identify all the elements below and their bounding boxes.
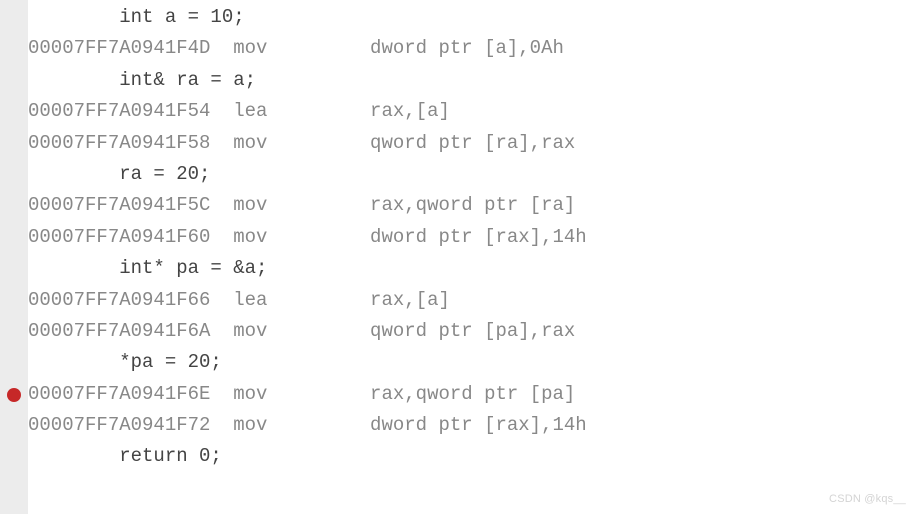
gutter: [0, 0, 28, 514]
asm-line: 00007FF7A0941F60 mov dword ptr [rax],14h: [28, 222, 918, 253]
asm-line: 00007FF7A0941F58 mov qword ptr [ra],rax: [28, 128, 918, 159]
source-line: int& ra = a;: [28, 65, 918, 96]
asm-line: 00007FF7A0941F6E mov rax,qword ptr [pa]: [28, 379, 918, 410]
asm-line: 00007FF7A0941F66 lea rax,[a]: [28, 285, 918, 316]
source-line: ra = 20;: [28, 159, 918, 190]
asm-line: 00007FF7A0941F6A mov qword ptr [pa],rax: [28, 316, 918, 347]
source-line: return 0;: [28, 441, 918, 472]
asm-line: 00007FF7A0941F54 lea rax,[a]: [28, 96, 918, 127]
source-line: int a = 10;: [28, 2, 918, 33]
watermark: CSDN @kqs__: [829, 490, 906, 508]
breakpoint-icon[interactable]: [7, 388, 21, 402]
code-area: int a = 10;00007FF7A0941F4D mov dword pt…: [28, 0, 918, 473]
asm-line: 00007FF7A0941F72 mov dword ptr [rax],14h: [28, 410, 918, 441]
asm-line: 00007FF7A0941F4D mov dword ptr [a],0Ah: [28, 33, 918, 64]
source-line: int* pa = &a;: [28, 253, 918, 284]
source-line: *pa = 20;: [28, 347, 918, 378]
asm-line: 00007FF7A0941F5C mov rax,qword ptr [ra]: [28, 190, 918, 221]
